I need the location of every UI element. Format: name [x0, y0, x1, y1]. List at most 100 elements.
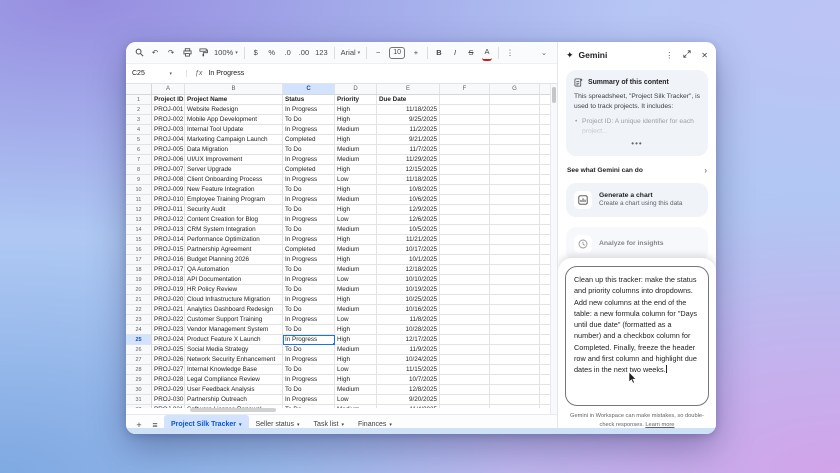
cell-A5[interactable]: PROJ-004	[152, 135, 185, 145]
row-header-29[interactable]: 29	[126, 375, 152, 385]
hide-menus-button[interactable]: ⌄	[539, 45, 549, 61]
row-header-3[interactable]: 3	[126, 115, 152, 125]
cell-B12[interactable]: Security Audit	[185, 205, 283, 215]
cell-F29[interactable]	[440, 375, 490, 385]
row-header-6[interactable]: 6	[126, 145, 152, 155]
cell-C15[interactable]: In Progress	[283, 235, 335, 245]
cell-C24[interactable]: To Do	[283, 325, 335, 335]
cell-C2[interactable]: In Progress	[283, 105, 335, 115]
cell-E5[interactable]: 9/21/2025	[377, 135, 440, 145]
cell-A15[interactable]: PROJ-014	[152, 235, 185, 245]
print-button[interactable]	[182, 45, 192, 61]
cell-F5[interactable]	[440, 135, 490, 145]
currency-format-button[interactable]: $	[251, 45, 261, 61]
cell-F1[interactable]	[440, 95, 490, 105]
cell-A30[interactable]: PROJ-029	[152, 385, 185, 395]
cell-G21[interactable]	[490, 295, 540, 305]
cell-D27[interactable]: High	[335, 355, 377, 365]
cell-D24[interactable]: High	[335, 325, 377, 335]
cell-C21[interactable]: In Progress	[283, 295, 335, 305]
cell-A14[interactable]: PROJ-013	[152, 225, 185, 235]
cell-F15[interactable]	[440, 235, 490, 245]
cell-F22[interactable]	[440, 305, 490, 315]
cell-G7[interactable]	[490, 155, 540, 165]
expand-summary-button[interactable]: •••	[574, 139, 700, 148]
cell-D1[interactable]: Priority	[335, 95, 377, 105]
cell-C4[interactable]: In Progress	[283, 125, 335, 135]
cell-A28[interactable]: PROJ-027	[152, 365, 185, 375]
cell-D11[interactable]: Medium	[335, 195, 377, 205]
cell-G1[interactable]	[490, 95, 540, 105]
close-panel-icon[interactable]: ✕	[701, 51, 708, 60]
cell-A10[interactable]: PROJ-009	[152, 185, 185, 195]
cell-A24[interactable]: PROJ-023	[152, 325, 185, 335]
cell-A32[interactable]: PROJ-031	[152, 405, 185, 408]
prompt-input[interactable]: Clean up this tracker: make the status a…	[565, 266, 709, 406]
cell-C22[interactable]: To Do	[283, 305, 335, 315]
cell-B3[interactable]: Mobile App Development	[185, 115, 283, 125]
cell-F8[interactable]	[440, 165, 490, 175]
cell-E8[interactable]: 12/15/2025	[377, 165, 440, 175]
cell-B8[interactable]: Server Upgrade	[185, 165, 283, 175]
percent-format-button[interactable]: %	[267, 45, 277, 61]
cell-A27[interactable]: PROJ-026	[152, 355, 185, 365]
row-header-12[interactable]: 12	[126, 205, 152, 215]
cell-D31[interactable]: Low	[335, 395, 377, 405]
cell-B13[interactable]: Content Creation for Blog	[185, 215, 283, 225]
select-all-corner[interactable]	[126, 84, 152, 95]
cell-F12[interactable]	[440, 205, 490, 215]
cell-G8[interactable]	[490, 165, 540, 175]
cell-G10[interactable]	[490, 185, 540, 195]
cell-F6[interactable]	[440, 145, 490, 155]
fill-handle[interactable]	[332, 342, 335, 345]
cell-B20[interactable]: HR Policy Review	[185, 285, 283, 295]
row-header-2[interactable]: 2	[126, 105, 152, 115]
row-header-1[interactable]: 1	[126, 95, 152, 105]
more-options-icon[interactable]: ⋮	[665, 51, 673, 60]
column-header-G[interactable]: G	[490, 84, 540, 95]
cell-D7[interactable]: Medium	[335, 155, 377, 165]
cell-E12[interactable]: 12/9/2025	[377, 205, 440, 215]
see-what-gemini-row[interactable]: See what Gemini can do ›	[567, 166, 707, 175]
cell-D5[interactable]: High	[335, 135, 377, 145]
column-header-B[interactable]: B	[185, 84, 283, 95]
cell-D21[interactable]: High	[335, 295, 377, 305]
cell-E7[interactable]: 11/29/2025	[377, 155, 440, 165]
zoom-select[interactable]: 100%▾	[214, 45, 238, 61]
cell-G28[interactable]	[490, 365, 540, 375]
italic-button[interactable]: I	[450, 45, 460, 61]
cell-C7[interactable]: In Progress	[283, 155, 335, 165]
font-size-input[interactable]: 10	[389, 47, 405, 59]
cell-B26[interactable]: Social Media Strategy	[185, 345, 283, 355]
cell-G3[interactable]	[490, 115, 540, 125]
tab-dropdown-icon[interactable]: ▾	[341, 422, 344, 428]
cell-G25[interactable]	[490, 335, 540, 345]
row-header-10[interactable]: 10	[126, 185, 152, 195]
cell-E21[interactable]: 10/25/2025	[377, 295, 440, 305]
tab-dropdown-icon[interactable]: ▾	[297, 422, 300, 428]
cell-C27[interactable]: In Progress	[283, 355, 335, 365]
cell-D19[interactable]: Low	[335, 275, 377, 285]
row-header-21[interactable]: 21	[126, 295, 152, 305]
cell-E19[interactable]: 10/10/2025	[377, 275, 440, 285]
row-header-26[interactable]: 26	[126, 345, 152, 355]
cell-B11[interactable]: Employee Training Program	[185, 195, 283, 205]
cell-A4[interactable]: PROJ-003	[152, 125, 185, 135]
row-header-15[interactable]: 15	[126, 235, 152, 245]
cell-B1[interactable]: Project Name	[185, 95, 283, 105]
cell-D18[interactable]: Medium	[335, 265, 377, 275]
cell-D17[interactable]: High	[335, 255, 377, 265]
cell-E9[interactable]: 11/18/2025	[377, 175, 440, 185]
cell-A20[interactable]: PROJ-019	[152, 285, 185, 295]
cell-B16[interactable]: Partnership Agreement	[185, 245, 283, 255]
cell-C13[interactable]: In Progress	[283, 215, 335, 225]
suggestion-analyze-insights[interactable]: Analyze for insights	[566, 227, 708, 261]
suggestion-generate-chart[interactable]: Generate a chart Create a chart using th…	[566, 183, 708, 217]
row-header-9[interactable]: 9	[126, 175, 152, 185]
cell-F7[interactable]	[440, 155, 490, 165]
row-header-13[interactable]: 13	[126, 215, 152, 225]
cell-A12[interactable]: PROJ-011	[152, 205, 185, 215]
row-header-22[interactable]: 22	[126, 305, 152, 315]
redo-button[interactable]: ↷	[166, 45, 176, 61]
cell-E24[interactable]: 10/28/2025	[377, 325, 440, 335]
